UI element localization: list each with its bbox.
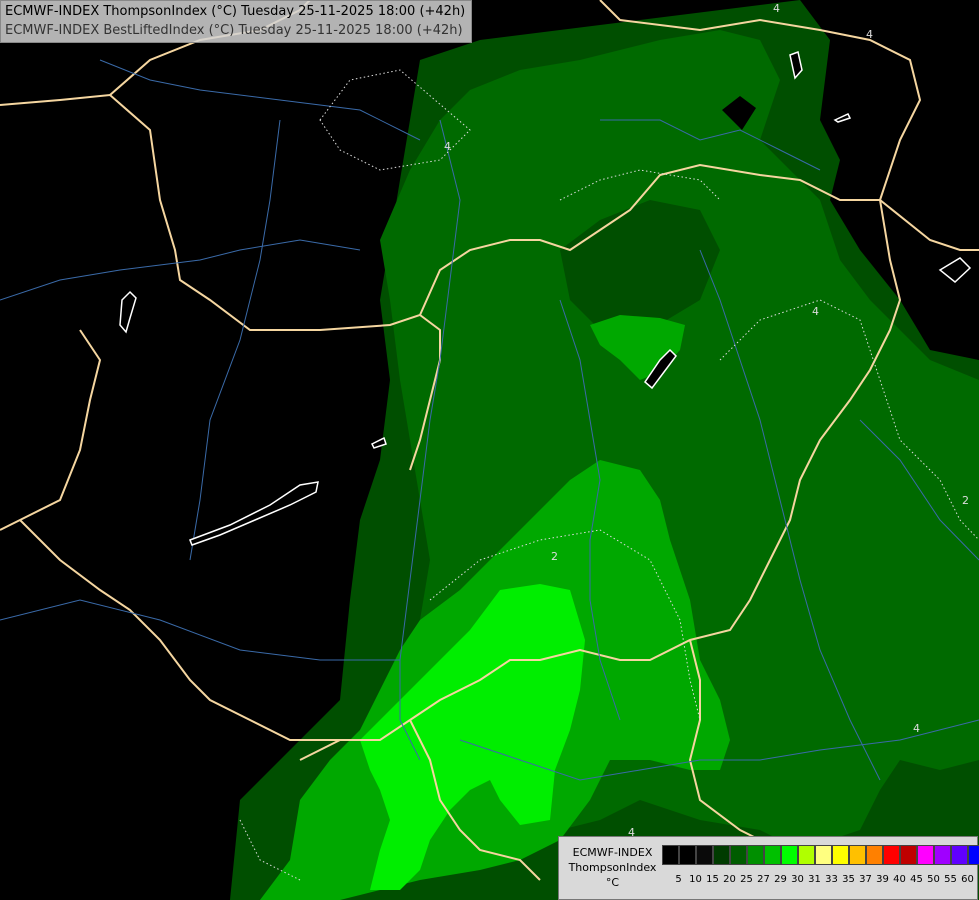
legend-tick-label: 40 — [893, 874, 906, 885]
legend-title-unit: °C — [605, 876, 620, 889]
legend-swatch — [815, 845, 832, 865]
legend-tick-label: 15 — [706, 874, 719, 885]
contour-label: 2 — [962, 494, 969, 507]
legend-title-line2: ThompsonIndex — [568, 861, 657, 874]
legend-swatch — [730, 845, 747, 865]
legend-swatch — [713, 845, 730, 865]
legend-tick-label: 29 — [774, 874, 787, 885]
legend-swatches — [662, 845, 979, 865]
legend-swatch — [696, 845, 713, 865]
legend-title-line1: ECMWF-INDEX — [572, 846, 653, 859]
contour-label: 2 — [551, 550, 558, 563]
color-legend: ECMWF-INDEX ThompsonIndex °C 5 10 15 20 25 27… — [558, 836, 979, 900]
legend-swatch — [662, 845, 679, 865]
legend-tick-label: 37 — [859, 874, 872, 885]
legend-swatch — [781, 845, 798, 865]
legend-swatch — [798, 845, 815, 865]
legend-title: ECMWF-INDEX ThompsonIndex °C — [565, 845, 660, 890]
legend-tick-label: 60 — [961, 874, 974, 885]
legend-swatch — [968, 845, 979, 865]
legend-swatch — [866, 845, 883, 865]
contour-label: 4 — [444, 140, 451, 153]
legend-tick-label: 27 — [757, 874, 770, 885]
legend-swatch — [849, 845, 866, 865]
legend-swatch — [883, 845, 900, 865]
legend-swatch — [747, 845, 764, 865]
legend-tick-label: 55 — [944, 874, 957, 885]
legend-swatch — [951, 845, 968, 865]
contour-label: 4 — [913, 722, 920, 735]
legend-ticks: 5 10 15 20 25 27 29 30 31 33 35 37 39 40 45 50 55 60 — [662, 874, 976, 885]
legend-swatch — [934, 845, 951, 865]
contour-label: 4 — [866, 28, 873, 41]
legend-swatch — [917, 845, 934, 865]
legend-tick-label: 35 — [842, 874, 855, 885]
legend-tick-label: 39 — [876, 874, 889, 885]
map-title-primary: ECMWF-INDEX ThompsonIndex (°C) Tuesday 2… — [5, 4, 466, 19]
map-title-box: ECMWF-INDEX ThompsonIndex (°C) Tuesday 2… — [0, 0, 473, 43]
legend-tick-label: 30 — [791, 874, 804, 885]
legend-swatch — [764, 845, 781, 865]
legend-tick-label: 33 — [825, 874, 838, 885]
weather-map: 4 4 4 4 2 2 4 4 — [0, 0, 979, 900]
map-title-secondary: ECMWF-INDEX BestLiftedIndex (°C) Tuesday… — [5, 23, 463, 38]
legend-tick-label: 25 — [740, 874, 753, 885]
legend-tick-label: 10 — [689, 874, 702, 885]
legend-swatch — [900, 845, 917, 865]
legend-swatch — [679, 845, 696, 865]
legend-tick-label: 20 — [723, 874, 736, 885]
legend-swatch — [832, 845, 849, 865]
legend-tick-label: 50 — [927, 874, 940, 885]
contour-label: 4 — [773, 2, 780, 15]
contour-label: 4 — [812, 305, 819, 318]
legend-tick-label: 45 — [910, 874, 923, 885]
legend-tick-label: 31 — [808, 874, 821, 885]
legend-tick-label: 5 — [675, 874, 682, 885]
